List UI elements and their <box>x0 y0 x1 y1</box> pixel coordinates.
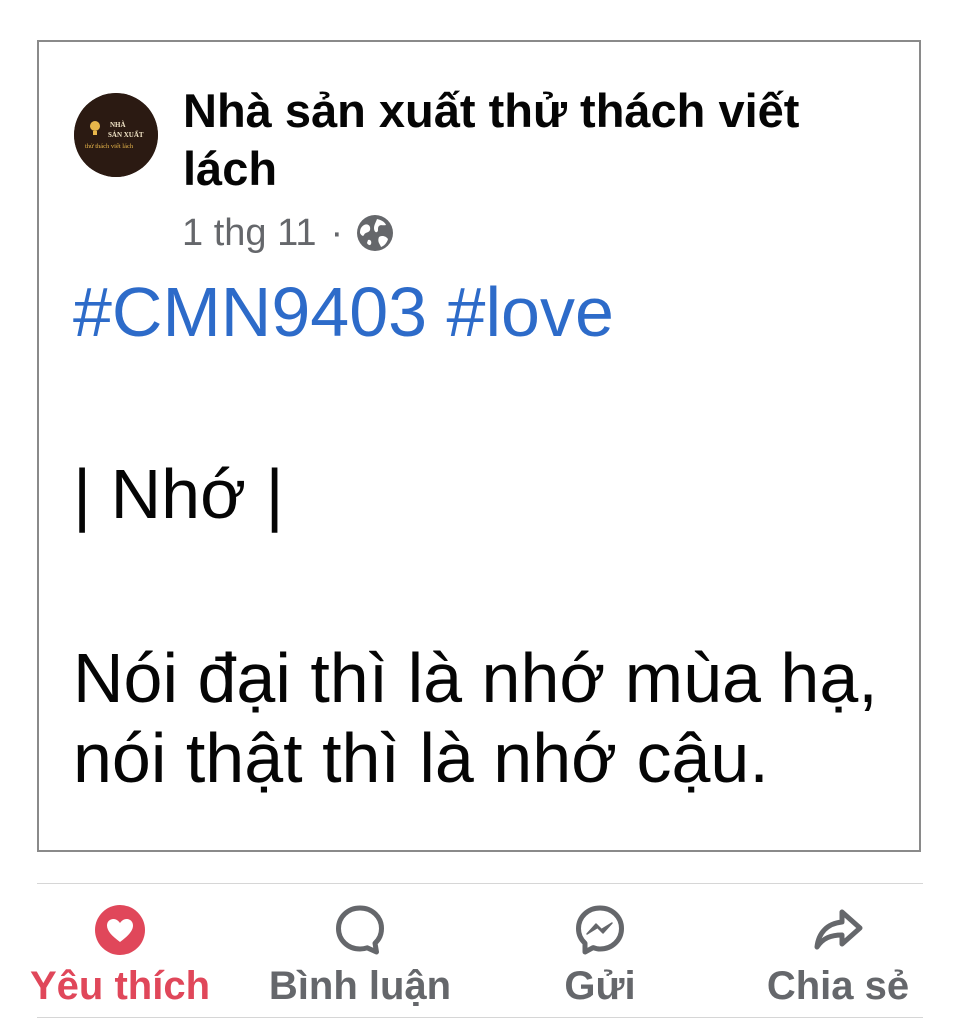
messenger-icon <box>572 902 628 958</box>
post-title: | Nhớ | <box>73 455 284 533</box>
comment-button-label: Bình luận <box>268 964 452 1008</box>
avatar-text-line3: thử thách viết lách <box>85 143 134 150</box>
comment-icon <box>332 902 388 958</box>
avatar-logo: NHÀ SẢN XUẤT thử thách viết lách <box>74 93 158 177</box>
avatar-text-line1: NHÀ <box>110 121 126 129</box>
meta-separator: · <box>330 211 344 254</box>
hashtag-link[interactable]: #love <box>447 273 614 351</box>
share-button[interactable]: Chia sẻ <box>740 890 936 1010</box>
action-bar-divider-bottom <box>37 1017 923 1018</box>
send-button[interactable]: Gửi <box>502 890 698 1010</box>
post-body: Nói đại thì là nhớ mùa hạ, nói thật thì … <box>73 638 913 798</box>
like-button[interactable]: Yêu thích <box>22 890 218 1010</box>
action-bar-divider-top <box>37 883 923 884</box>
heart-icon <box>92 902 148 958</box>
post-timestamp[interactable]: 1 thg 11 <box>182 212 317 255</box>
post-hashtags: #CMN9403 #love <box>73 272 614 352</box>
post-card: NHÀ SẢN XUẤT thử thách viết lách Nhà sản… <box>37 40 921 852</box>
share-icon <box>810 902 866 958</box>
globe-icon[interactable] <box>355 213 395 253</box>
author-avatar[interactable]: NHÀ SẢN XUẤT thử thách viết lách <box>74 93 158 177</box>
author-name[interactable]: Nhà sản xuất thử thách viết lách <box>183 82 873 198</box>
post-body-line: nói thật thì là nhớ cậu. <box>73 719 769 797</box>
avatar-text-line2: SẢN XUẤT <box>108 131 144 139</box>
comment-button[interactable]: Bình luận <box>262 890 458 1010</box>
send-button-label: Gửi <box>564 964 636 1008</box>
post-body-line: Nói đại thì là nhớ mùa hạ, <box>73 639 878 717</box>
like-button-label: Yêu thích <box>29 964 211 1008</box>
share-button-label: Chia sẻ <box>766 964 910 1008</box>
post-meta: 1 thg 11 · <box>182 211 395 255</box>
hashtag-link[interactable]: #CMN9403 <box>73 273 427 351</box>
post-action-bar: Yêu thích Bình luận Gửi Chia sẻ <box>0 890 960 1010</box>
